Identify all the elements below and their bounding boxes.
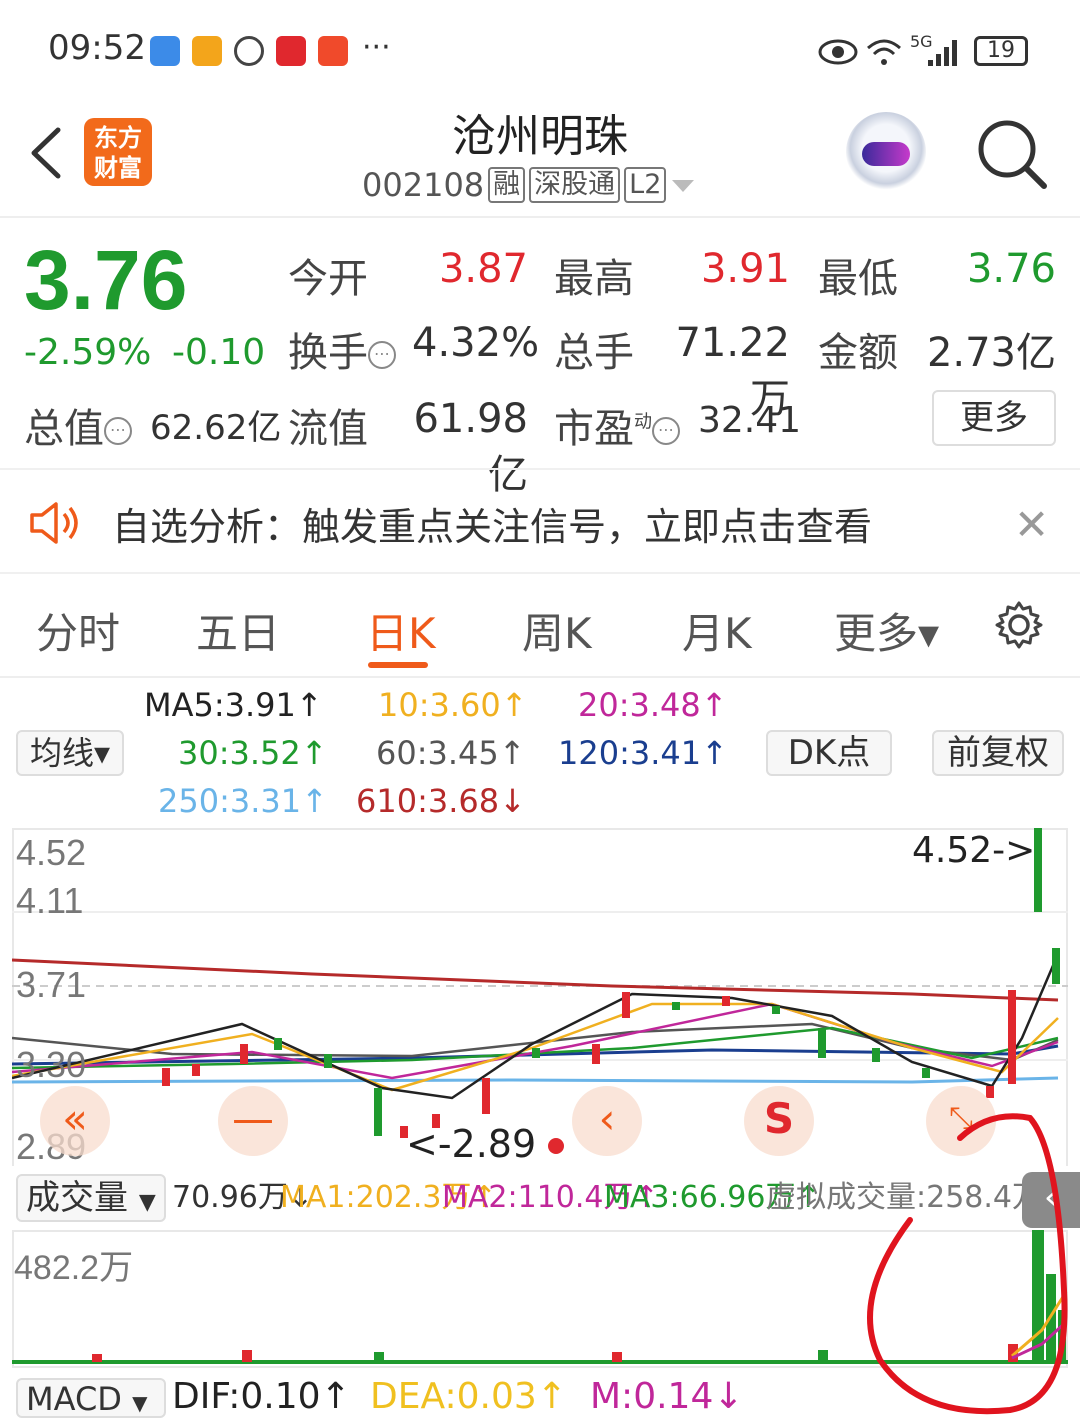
turnover-value: 4.32% [412, 320, 540, 366]
ma30-value: 30:3.52↑ [178, 734, 328, 772]
turnover-label[interactable]: 换手 ⋯ [288, 320, 396, 378]
mktcap-label[interactable]: 总值 ⋯ [24, 396, 132, 454]
y-axis-top: 4.52 [16, 832, 87, 873]
change-absolute: -0.10 [172, 332, 266, 373]
tab-monthly-k[interactable]: 月K [682, 600, 752, 661]
step-left-button[interactable]: ‹ [572, 1086, 642, 1156]
current-price: 3.76 [24, 233, 188, 327]
ma60-value: 60:3.45↑ [376, 734, 526, 772]
mktcap-label-text: 总值 [24, 406, 104, 452]
high-marker: 4.52-> [912, 830, 1036, 871]
app-notification-icon [150, 36, 180, 66]
more-notifications-icon: ··· [362, 30, 391, 65]
macd-dif: DIF:0.10↑ [172, 1376, 351, 1417]
pe-label[interactable]: 市盈动 ⋯ [554, 396, 680, 454]
turnover-label-text: 换手 [288, 330, 368, 376]
zoom-out-button[interactable]: — [218, 1086, 288, 1156]
change-percent: -2.59% [24, 332, 152, 373]
red-dot-marker [548, 1138, 564, 1154]
tab-more[interactable]: 更多▾ [834, 600, 939, 661]
macd-m: M:0.14↓ [590, 1376, 744, 1417]
battery-level: 19 [987, 38, 1015, 63]
macd-dea: DEA:0.03↑ [370, 1376, 567, 1417]
ma610-line [12, 958, 1059, 1002]
amount-value: 2.73亿 [926, 330, 1056, 376]
banner-text[interactable]: 自选分析：触发重点关注信号，立即点击查看 [112, 496, 872, 551]
tab-daily-k[interactable]: 日K [366, 600, 436, 661]
ma-selector[interactable]: 均线▾ [16, 730, 124, 776]
high-value: 3.91 [700, 246, 790, 292]
close-icon[interactable]: ✕ [1014, 500, 1049, 549]
low-value: 3.76 [966, 246, 1056, 292]
signal-icon [928, 40, 957, 66]
y-axis-2: 4.11 [16, 880, 84, 921]
shenzhen-connect-tag: 深股通 [529, 167, 621, 203]
chart-notification-icon [276, 36, 306, 66]
chevron-down-icon[interactable] [670, 176, 696, 194]
taobao-notification-icon [318, 36, 348, 66]
search-icon[interactable] [974, 116, 1050, 192]
ma5-value: MA5:3.91↑ [144, 686, 323, 724]
gear-icon[interactable] [994, 600, 1044, 650]
l2-tag: L2 [624, 167, 667, 203]
tabs-divider [0, 676, 1080, 678]
pe-superscript: 动 [634, 411, 652, 433]
info-icon[interactable]: ⋯ [652, 417, 680, 445]
stock-code: 002108 [362, 166, 485, 204]
rewind-button[interactable]: « [40, 1086, 110, 1156]
eye-icon [818, 39, 858, 65]
volume-selector[interactable]: 成交量 ▼ [16, 1174, 166, 1222]
margin-tag: 融 [488, 167, 526, 203]
low-marker: <-2.89 [406, 1122, 537, 1166]
status-time: 09:52 [48, 28, 146, 68]
header-divider [0, 216, 1080, 218]
info-icon[interactable]: ⋯ [368, 341, 396, 369]
volume-label: 总手 [554, 330, 634, 376]
y-axis-4: 3.30 [16, 1044, 87, 1085]
open-value: 3.87 [438, 246, 528, 292]
envelope-notification-icon [192, 36, 222, 66]
more-quote-button[interactable]: 更多 [932, 390, 1056, 446]
mktcap-value: 62.62亿 [150, 408, 282, 448]
chevron-down-icon: ▼ [132, 1391, 148, 1415]
status-bar: 09:52 ··· 5G 19 [0, 0, 1080, 100]
open-label: 今开 [288, 256, 368, 302]
info-icon[interactable]: ⋯ [104, 417, 132, 445]
low-label: 最低 [818, 256, 898, 302]
ma610-value: 610:3.68↓ [356, 782, 526, 820]
y-axis-3: 3.71 [16, 964, 87, 1005]
chevron-down-icon: ▼ [138, 1190, 156, 1215]
speaker-icon [30, 502, 78, 544]
active-tab-indicator [368, 662, 428, 668]
wifi-icon [867, 39, 901, 65]
robot-assistant-icon[interactable] [846, 112, 926, 192]
volume-y-top: 482.2万 [14, 1249, 134, 1287]
ma250-value: 250:3.31↑ [158, 782, 328, 820]
pe-label-text: 市盈 [554, 406, 634, 452]
stock-code-row[interactable]: 002108 融 深股通 L2 [362, 166, 696, 204]
dk-point-button[interactable]: DK点 [766, 730, 892, 776]
ma10-value: 10:3.60↑ [378, 686, 528, 724]
tab-weekly-k[interactable]: 周K [522, 600, 592, 661]
tab-five-day[interactable]: 五日 [196, 600, 280, 661]
feather-notification-icon [234, 36, 264, 66]
high-label: 最高 [554, 256, 634, 302]
ma20-value: 20:3.48↑ [578, 686, 728, 724]
macd-selector-label: MACD [26, 1380, 122, 1418]
float-label: 流值 [288, 406, 368, 452]
battery-icon: 19 [974, 36, 1028, 66]
red-circle-annotation [867, 1113, 1068, 1415]
volume-selector-label: 成交量 [26, 1178, 128, 1218]
sell-signal-button[interactable]: S [744, 1086, 814, 1156]
pe-value: 32.41 [698, 400, 802, 441]
ma120-value: 120:3.41↑ [558, 734, 728, 772]
tab-intraday[interactable]: 分时 [36, 600, 120, 661]
macd-selector[interactable]: MACD ▼ [16, 1378, 166, 1418]
adjust-button[interactable]: 前复权 [932, 730, 1064, 776]
amount-label: 金额 [818, 330, 898, 376]
